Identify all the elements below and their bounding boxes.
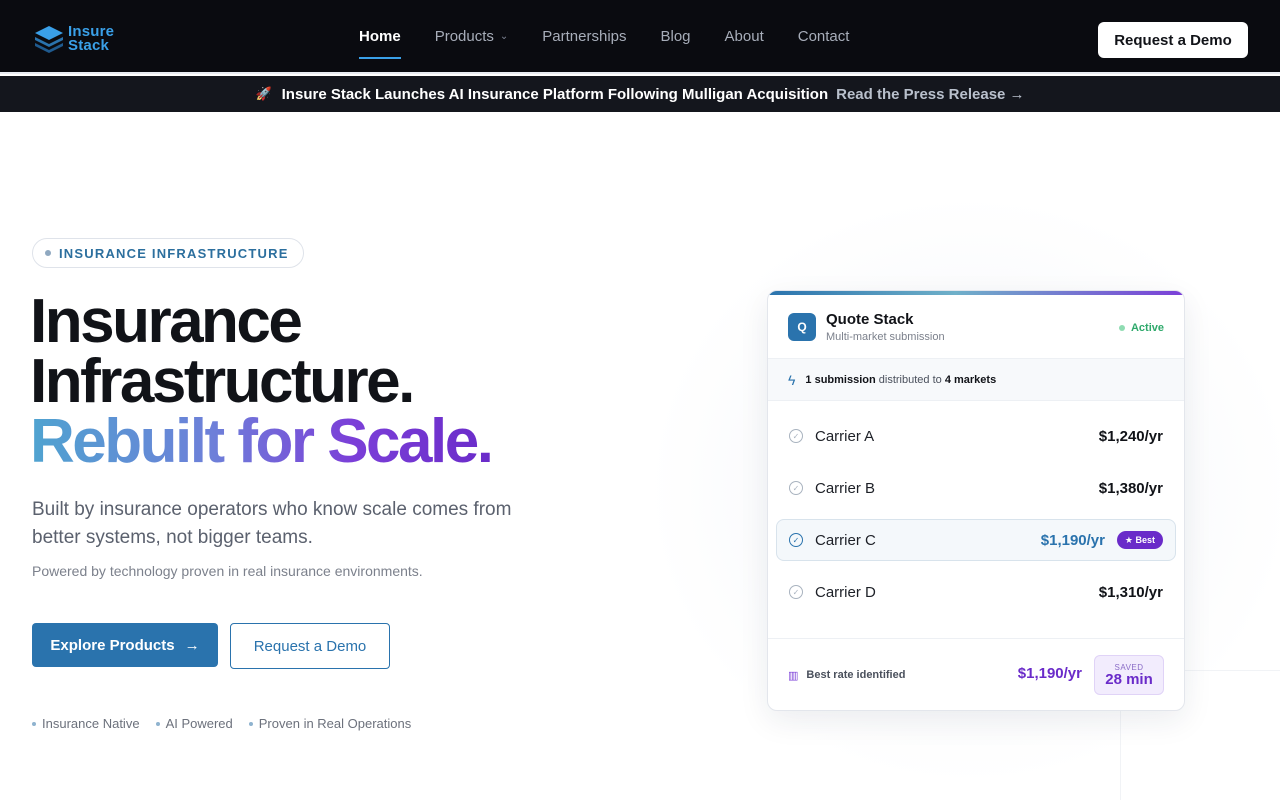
carrier-name: Carrier C [815, 531, 876, 549]
quote-stack-badge: Q [788, 312, 816, 341]
carrier-row[interactable]: ✓ Carrier A $1,240/yr [776, 415, 1176, 457]
bar-chart-icon: ▥ [788, 669, 799, 682]
nav-item-label: Blog [660, 27, 691, 45]
carrier-row-best[interactable]: ✓ Carrier C $1,190/yr ★ Best [776, 519, 1176, 561]
brand-wordmark: Insure Stack [68, 24, 114, 54]
headline-line2: Infrastructure. [30, 347, 415, 416]
nav-item-blog[interactable]: Blog [661, 28, 691, 45]
best-rate-price: $1,190/yr [1017, 665, 1082, 682]
check-circle-icon: ✓ [789, 481, 803, 495]
carrier-price: $1,380/yr [1098, 479, 1163, 497]
lightning-icon: ϟ [788, 371, 796, 388]
announcement-bar: 🚀 Insure Stack Launches AI Insurance Pla… [0, 76, 1280, 112]
hero-subheading: Built by insurance operators who know sc… [32, 499, 512, 548]
press-release-link[interactable]: Read the Press Release → [836, 86, 1024, 103]
hero-headline: Insurance Infrastructure. Rebuilt for Sc… [30, 287, 494, 473]
feature-label: AI Powered [165, 716, 233, 731]
eyebrow-pill: INSURANCE INFRASTRUCTURE [32, 238, 304, 268]
feature-item: Insurance Native [32, 716, 140, 731]
best-rate-text: Best rate identified [806, 669, 906, 681]
card-title: Quote Stack [826, 310, 914, 328]
status-badge: Active [1118, 322, 1164, 334]
bullet-dot-icon [248, 721, 253, 726]
submission-middle: distributed to [875, 373, 945, 386]
check-circle-icon: ✓ [789, 585, 803, 599]
eyebrow-dot [45, 250, 51, 256]
nav-links: Home Products ⌄ Partnerships Blog About C… [359, 0, 883, 72]
submission-count: 1 submission [805, 373, 876, 386]
explore-products-button[interactable]: Explore Products → [32, 623, 218, 667]
powered-by-text: Powered by technology proven in real ins… [32, 563, 423, 579]
check-circle-icon: ✓ [789, 533, 803, 547]
top-navigation: Insure Stack Home Products ⌄ Partnerships… [0, 0, 1280, 74]
carrier-name: Carrier D [815, 583, 876, 601]
time-saved-badge: SAVED 28 min [1094, 655, 1164, 695]
carrier-name: Carrier B [815, 479, 876, 497]
submission-summary: ϟ 1 submission distributed to 4 markets [768, 359, 1184, 401]
markets-count: 4 markets [944, 373, 997, 386]
card-footer: ▥ Best rate identified $1,190/yr SAVED 2… [768, 639, 1184, 710]
carrier-list: ✓ Carrier A $1,240/yr ✓ Carrier B $1,380… [768, 401, 1184, 639]
arrow-right-icon: → [184, 636, 200, 654]
brand-logo[interactable]: Insure Stack [32, 22, 114, 56]
status-dot-icon [1118, 325, 1125, 331]
nav-item-about[interactable]: About [725, 28, 764, 45]
request-demo-nav-button[interactable]: Request a Demo [1098, 22, 1248, 58]
press-release-label: Read the Press Release [836, 85, 1006, 103]
check-circle-icon: ✓ [789, 429, 803, 443]
nav-item-label: Products [434, 27, 494, 45]
headline-line1: Insurance [30, 287, 303, 356]
card-subtitle: Multi-market submission [826, 330, 945, 343]
stack-logo-icon [35, 26, 63, 53]
best-rate-label: ▥ Best rate identified [788, 669, 905, 682]
feature-item: AI Powered [155, 716, 233, 731]
bullet-dot-icon [32, 721, 36, 726]
chevron-down-icon: ⌄ [499, 30, 509, 42]
request-demo-hero-button[interactable]: Request a Demo [230, 623, 390, 669]
carrier-price: $1,240/yr [1098, 427, 1163, 445]
carrier-name: Carrier A [815, 427, 875, 445]
feature-list: Insurance Native AI Powered Proven in Re… [32, 716, 427, 731]
feature-label: Insurance Native [42, 716, 140, 731]
best-badge: ★ Best [1116, 531, 1163, 549]
nav-item-home[interactable]: Home [359, 27, 401, 59]
arrow-right-icon: → [1009, 85, 1025, 103]
explore-products-label: Explore Products [50, 636, 175, 654]
saved-value: 28 min [1105, 670, 1153, 688]
nav-item-contact[interactable]: Contact [798, 28, 850, 45]
nav-item-label: About [724, 27, 764, 45]
announcement-message: Insure Stack Launches AI Insurance Platf… [281, 85, 829, 103]
nav-item-products[interactable]: Products ⌄ [435, 28, 509, 45]
card-header-text: Quote Stack Multi-market submission [826, 311, 945, 343]
nav-item-label: Partnerships [542, 27, 627, 45]
feature-label: Proven in Real Operations [258, 716, 412, 731]
headline-line3: Rebuilt for Scale. [30, 407, 494, 476]
rocket-icon: 🚀 [255, 86, 272, 101]
carrier-price: $1,310/yr [1098, 583, 1163, 601]
quote-stack-card: Q Quote Stack Multi-market submission Ac… [767, 290, 1185, 711]
feature-item: Proven in Real Operations [248, 716, 412, 731]
nav-item-label: Contact [797, 27, 850, 45]
bullet-dot-icon [155, 721, 160, 726]
status-label: Active [1130, 322, 1164, 334]
carrier-row[interactable]: ✓ Carrier D $1,310/yr [776, 571, 1176, 613]
eyebrow-text: INSURANCE INFRASTRUCTURE [59, 245, 289, 261]
carrier-price: $1,190/yr [1040, 531, 1105, 549]
carrier-row[interactable]: ✓ Carrier B $1,380/yr [776, 467, 1176, 509]
nav-item-label: Home [359, 27, 401, 45]
card-header: Q Quote Stack Multi-market submission Ac… [768, 295, 1184, 359]
nav-item-partnerships[interactable]: Partnerships [542, 28, 626, 45]
brand-name-line2: Stack [68, 37, 110, 54]
